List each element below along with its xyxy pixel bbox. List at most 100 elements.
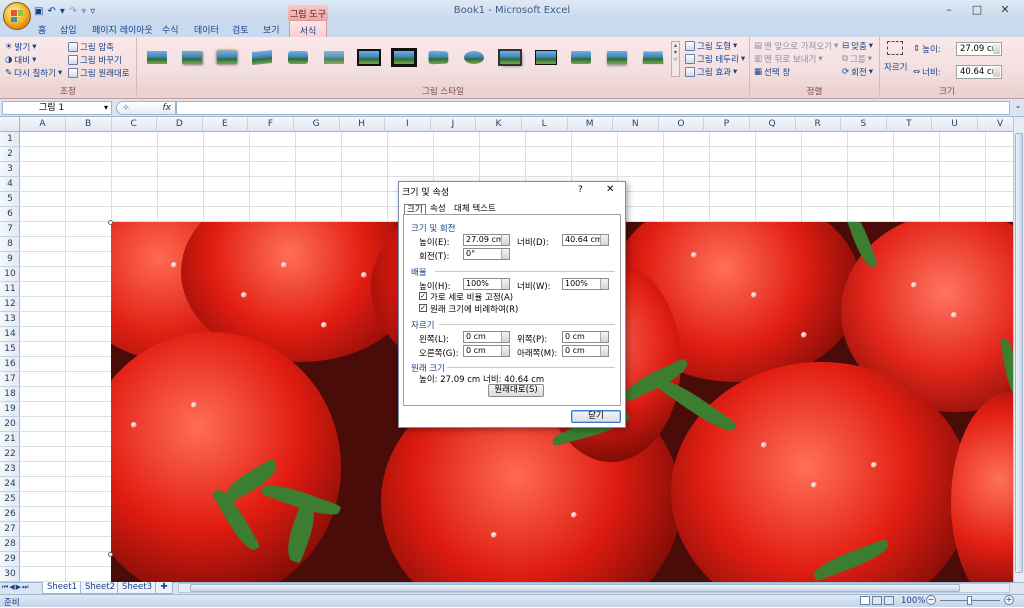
crop-left-input[interactable]: 0 cm — [463, 331, 510, 343]
shape-height-input[interactable]: 27.09 cm — [956, 42, 1002, 56]
style-thumb[interactable] — [567, 45, 595, 69]
column-header[interactable]: P — [704, 117, 750, 132]
picture-border-button[interactable]: 그림 테두리 ▾ — [685, 53, 745, 65]
tab-view[interactable]: 보기 — [259, 22, 284, 37]
dialog-close-button[interactable]: ✕ — [606, 184, 614, 195]
row-header[interactable]: 9 — [0, 252, 20, 267]
row-header[interactable]: 4 — [0, 177, 20, 192]
insert-sheet-icon[interactable]: ✚ — [155, 582, 173, 594]
tab-data[interactable]: 데이터 — [190, 22, 223, 37]
rotate-button[interactable]: ⟳ 회전 ▾ — [842, 66, 873, 78]
column-header[interactable]: K — [476, 117, 522, 132]
row-header[interactable]: 5 — [0, 192, 20, 207]
close-button[interactable]: ✕ — [991, 2, 1019, 18]
brightness-button[interactable]: ☀ 밝기 ▾ — [5, 41, 37, 53]
scale-height-input[interactable]: 100% — [463, 278, 510, 290]
style-thumb[interactable] — [639, 45, 667, 69]
tab-review[interactable]: 검토 — [228, 22, 253, 37]
recolor-button[interactable]: ✎ 다시 칠하기 ▾ — [5, 67, 62, 79]
contrast-button[interactable]: ◑ 대비 ▾ — [5, 54, 36, 66]
expand-formula-bar-icon[interactable]: ⌄ — [1013, 101, 1023, 115]
column-header[interactable]: F — [248, 117, 294, 132]
column-header[interactable]: L — [522, 117, 568, 132]
tab-home[interactable]: 홈 — [34, 22, 50, 37]
row-header[interactable]: 15 — [0, 342, 20, 357]
style-thumb[interactable] — [320, 45, 348, 69]
change-picture-button[interactable]: 그림 바꾸기 — [68, 54, 122, 66]
resize-handle[interactable] — [108, 552, 113, 557]
row-header[interactable]: 6 — [0, 207, 20, 222]
style-thumb[interactable] — [532, 45, 560, 69]
style-thumb[interactable] — [425, 45, 453, 69]
column-header[interactable]: N — [613, 117, 659, 132]
column-header[interactable]: G — [294, 117, 340, 132]
row-header[interactable]: 10 — [0, 267, 20, 282]
row-header[interactable]: 22 — [0, 447, 20, 462]
style-thumb[interactable] — [284, 45, 312, 69]
style-thumb[interactable] — [496, 45, 524, 69]
column-header[interactable]: A — [20, 117, 66, 132]
row-header[interactable]: 21 — [0, 432, 20, 447]
tab-page-layout[interactable]: 페이지 레이아웃 — [88, 22, 157, 37]
row-header[interactable]: 28 — [0, 537, 20, 552]
vertical-scrollbar[interactable] — [1013, 117, 1024, 582]
name-box[interactable]: 그림 1 ▾ — [2, 101, 112, 115]
row-header[interactable]: 19 — [0, 402, 20, 417]
row-header[interactable]: 25 — [0, 492, 20, 507]
send-to-back-button[interactable]: ▥ 맨 뒤로 보내기 ▾ — [754, 53, 823, 65]
formula-input[interactable] — [176, 101, 1010, 115]
sheet-tab-sheet3[interactable]: Sheet3 — [117, 582, 157, 594]
row-header[interactable]: 12 — [0, 297, 20, 312]
row-header[interactable]: 30 — [0, 567, 20, 582]
bring-to-front-button[interactable]: ▤ 맨 앞으로 가져오기 ▾ — [754, 40, 838, 52]
row-header[interactable]: 13 — [0, 312, 20, 327]
lock-aspect-checkbox[interactable]: ✓ — [419, 292, 427, 300]
row-header[interactable]: 27 — [0, 522, 20, 537]
horizontal-scroll-thumb[interactable] — [190, 584, 960, 592]
row-header[interactable]: 3 — [0, 162, 20, 177]
row-header[interactable]: 8 — [0, 237, 20, 252]
selection-pane-button[interactable]: ▦ 선택 창 — [754, 66, 790, 78]
row-header[interactable]: 17 — [0, 372, 20, 387]
column-header[interactable]: B — [66, 117, 112, 132]
insert-function-button[interactable]: ⟡ fx — [116, 101, 176, 115]
normal-view-icon[interactable] — [860, 596, 870, 605]
column-header[interactable]: T — [886, 117, 933, 132]
height-input[interactable]: 27.09 cm — [463, 234, 510, 246]
shape-width-input[interactable]: 40.64 cm — [956, 65, 1002, 79]
reset-picture-button[interactable]: 그림 원래대로 — [68, 67, 130, 79]
crop-button[interactable]: 자르기 — [884, 61, 907, 73]
reset-size-button[interactable]: 원래대로(S) — [488, 384, 544, 397]
style-thumb[interactable] — [248, 45, 276, 69]
help-button[interactable]: ? — [578, 185, 583, 195]
minimize-button[interactable]: – — [935, 2, 963, 18]
zoom-slider-thumb[interactable] — [967, 596, 972, 605]
crop-bottom-input[interactable]: 0 cm — [562, 345, 609, 357]
row-header[interactable]: 11 — [0, 282, 20, 297]
style-thumb[interactable] — [603, 45, 631, 69]
style-thumb[interactable] — [460, 45, 488, 69]
tab-insert[interactable]: 삽입 — [56, 22, 81, 37]
column-header[interactable]: J — [430, 117, 477, 132]
style-thumb[interactable] — [390, 45, 418, 69]
column-header[interactable]: O — [658, 117, 705, 132]
style-thumb[interactable] — [355, 45, 383, 69]
resize-handle[interactable] — [108, 220, 113, 225]
row-header[interactable]: 1 — [0, 132, 20, 147]
sheet-tab-sheet2[interactable]: Sheet2 — [80, 582, 120, 594]
column-header[interactable]: Q — [750, 117, 796, 132]
select-all-corner[interactable] — [0, 117, 20, 132]
scale-width-input[interactable]: 100% — [562, 278, 609, 290]
picture-shape-button[interactable]: 그림 도형 ▾ — [685, 40, 737, 52]
column-header[interactable]: D — [157, 117, 203, 132]
styles-gallery-scroll[interactable]: ▴ ▾ ▿ — [671, 41, 680, 77]
compress-pictures-button[interactable]: 그림 압축 — [68, 41, 114, 53]
column-header[interactable]: H — [339, 117, 386, 132]
row-header[interactable]: 18 — [0, 387, 20, 402]
picture-effects-button[interactable]: 그림 효과 ▾ — [685, 66, 737, 78]
row-header[interactable]: 26 — [0, 507, 20, 522]
column-header[interactable]: S — [841, 117, 887, 132]
dialog-close-action-button[interactable]: 닫기 — [571, 410, 621, 423]
crop-right-input[interactable]: 0 cm — [463, 345, 510, 357]
sheet-nav-arrows-icon[interactable]: ⏮◀▶⏭ — [2, 583, 29, 592]
